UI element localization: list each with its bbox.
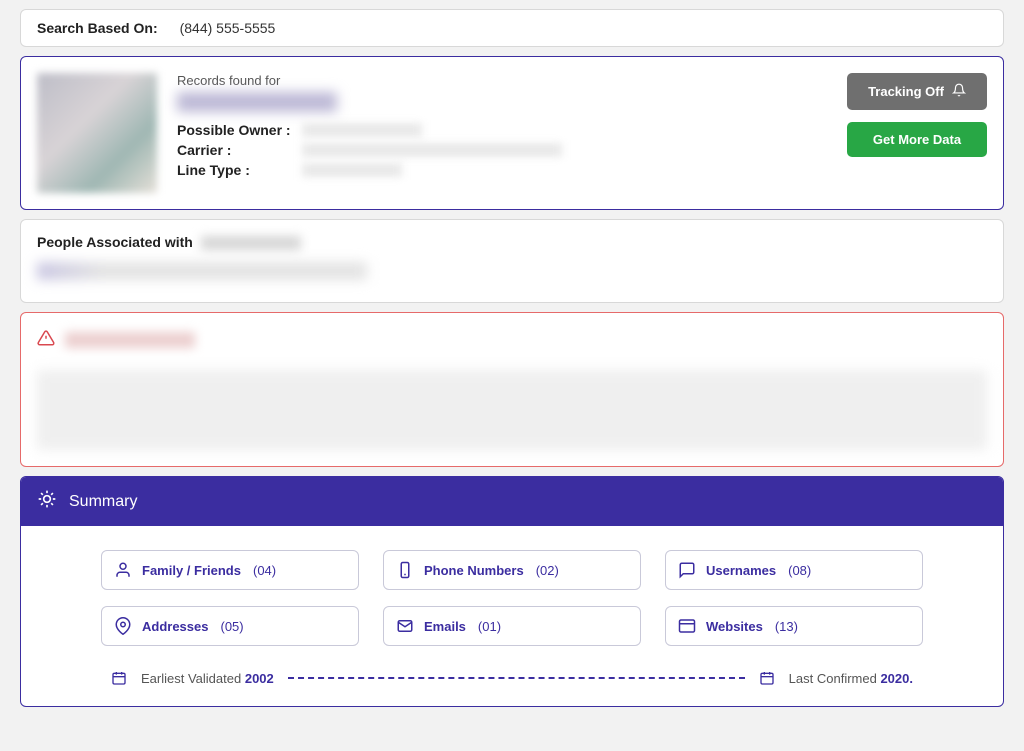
chip-label: Addresses (142, 619, 208, 634)
associated-title: People Associated with (37, 234, 193, 250)
pin-icon (114, 617, 132, 635)
profile-info: Records found for Possible Owner : Carri… (177, 73, 827, 193)
chip-label: Websites (706, 619, 763, 634)
chip-phone-numbers[interactable]: Phone Numbers (02) (383, 550, 641, 590)
profile-actions: Tracking Off Get More Data (847, 73, 987, 193)
chat-icon (678, 561, 696, 579)
earliest-year: 2002 (245, 671, 274, 686)
associated-subject-redacted (201, 236, 301, 250)
chip-count: (04) (253, 563, 276, 578)
get-more-data-label: Get More Data (873, 132, 961, 147)
summary-title: Summary (69, 493, 137, 511)
chip-count: (02) (536, 563, 559, 578)
associated-people-card: People Associated with (20, 219, 1004, 303)
person-icon (114, 561, 132, 579)
calendar-icon (759, 670, 775, 686)
carrier-label: Carrier : (177, 142, 292, 158)
web-icon (678, 617, 696, 635)
chip-label: Family / Friends (142, 563, 241, 578)
chip-label: Emails (424, 619, 466, 634)
possible-owner-redacted (302, 123, 422, 137)
chip-count: (01) (478, 619, 501, 634)
latest-year: 2020. (880, 671, 913, 686)
chip-family-friends[interactable]: Family / Friends (04) (101, 550, 359, 590)
summary-grid: Family / Friends (04) Phone Numbers (02)… (21, 526, 1003, 658)
associated-list-redacted (37, 262, 367, 280)
profile-name-redacted (177, 92, 337, 112)
linetype-redacted (302, 163, 402, 177)
records-found-label: Records found for (177, 73, 827, 88)
lightbulb-icon (37, 489, 57, 514)
alert-card (20, 312, 1004, 467)
phone-icon (396, 561, 414, 579)
linetype-label: Line Type : (177, 162, 292, 178)
search-bar-card: Search Based On: (844) 555-5555 (20, 9, 1004, 47)
calendar-icon (111, 670, 127, 686)
carrier-redacted (302, 143, 562, 157)
timeline-divider (288, 677, 745, 679)
summary-header: Summary (21, 477, 1003, 526)
chip-usernames[interactable]: Usernames (08) (665, 550, 923, 590)
avatar (37, 73, 157, 193)
chip-label: Phone Numbers (424, 563, 524, 578)
bell-icon (952, 83, 966, 100)
warning-icon (37, 329, 55, 350)
search-label: Search Based On: (37, 20, 158, 36)
chip-emails[interactable]: Emails (01) (383, 606, 641, 646)
earliest-label: Earliest Validated (141, 671, 241, 686)
chip-count: (08) (788, 563, 811, 578)
chip-count: (13) (775, 619, 798, 634)
timeline-row: Earliest Validated 2002 Last Confirmed 2… (21, 658, 1003, 690)
get-more-data-button[interactable]: Get More Data (847, 122, 987, 157)
tracking-toggle-button[interactable]: Tracking Off (847, 73, 987, 110)
chip-label: Usernames (706, 563, 776, 578)
chip-count: (05) (220, 619, 243, 634)
alert-body-redacted (37, 370, 987, 450)
search-value: (844) 555-5555 (180, 20, 276, 36)
latest-label: Last Confirmed (789, 671, 877, 686)
alert-title-redacted (65, 332, 195, 348)
mail-icon (396, 617, 414, 635)
possible-owner-label: Possible Owner : (177, 122, 292, 138)
profile-card: Records found for Possible Owner : Carri… (20, 56, 1004, 210)
chip-websites[interactable]: Websites (13) (665, 606, 923, 646)
summary-card: Summary Family / Friends (04) Phone Numb… (20, 476, 1004, 707)
chip-addresses[interactable]: Addresses (05) (101, 606, 359, 646)
tracking-label: Tracking Off (868, 84, 944, 99)
